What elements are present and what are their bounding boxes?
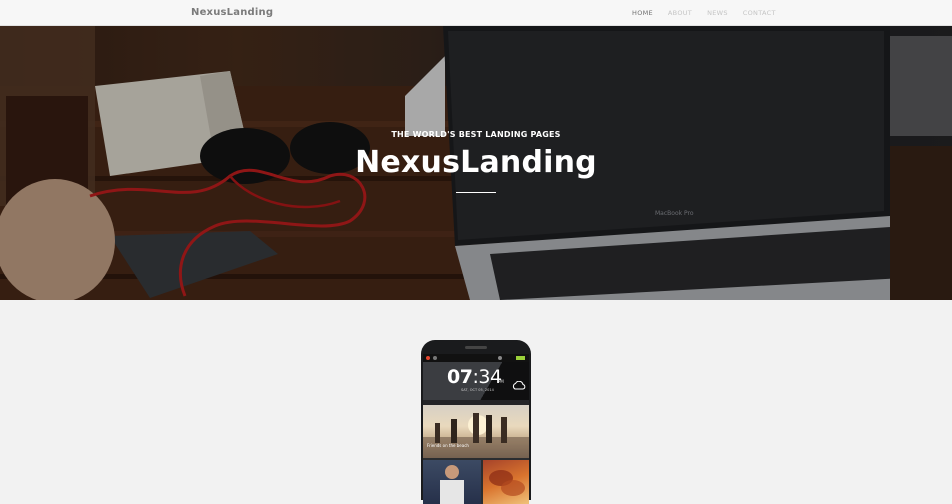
signal-icon xyxy=(498,356,502,360)
nav-menu: HOME ABOUT NEWS CONTACT xyxy=(632,9,791,17)
nav-link-home[interactable]: HOME xyxy=(632,9,653,17)
clock-minutes: 34 xyxy=(478,366,502,388)
clock-suffix: PM xyxy=(498,379,504,384)
clock-hours: 07 xyxy=(447,366,473,388)
hero-section: MacBook Pro THE WORLD'S BEST LANDING PAG… xyxy=(0,26,952,300)
cloud-icon xyxy=(512,381,526,390)
food-photo-image xyxy=(489,470,525,496)
tile-food-photo[interactable] xyxy=(483,460,529,504)
phone-status-bar xyxy=(423,354,529,362)
nav-link-contact[interactable]: CONTACT xyxy=(743,9,776,17)
phone-screen: 07:34 PM SAT, OCT 05, 2014 Friends on th… xyxy=(423,354,529,504)
top-navbar: NexusLanding HOME ABOUT NEWS CONTACT xyxy=(0,0,952,26)
beach-photo-image xyxy=(423,413,529,458)
clock-widget: 07:34 PM SAT, OCT 05, 2014 xyxy=(423,362,529,400)
phone-speaker xyxy=(465,346,487,349)
laptop-label: MacBook Pro xyxy=(655,210,694,217)
nav-link-about[interactable]: ABOUT xyxy=(668,9,692,17)
clock-date: SAT, OCT 05, 2014 xyxy=(461,388,494,392)
clock-time: 07:34 xyxy=(447,366,502,388)
nav-link-news[interactable]: NEWS xyxy=(707,9,728,17)
tile-person-photo[interactable] xyxy=(423,460,481,504)
app-icon xyxy=(433,356,437,360)
person-photo-image xyxy=(440,465,464,504)
battery-icon xyxy=(516,356,525,360)
phone-mockup: 07:34 PM SAT, OCT 05, 2014 Friends on th… xyxy=(421,340,531,504)
hero-title: NexusLanding xyxy=(355,145,597,180)
notification-icon xyxy=(426,356,430,360)
hero-divider xyxy=(456,192,496,193)
tile-beach-photo[interactable]: Friends on the beach xyxy=(423,405,529,458)
beach-caption: Friends on the beach xyxy=(427,443,469,448)
hero-kicker: THE WORLD'S BEST LANDING PAGES xyxy=(391,130,561,139)
brand-logo[interactable]: NexusLanding xyxy=(191,7,273,18)
